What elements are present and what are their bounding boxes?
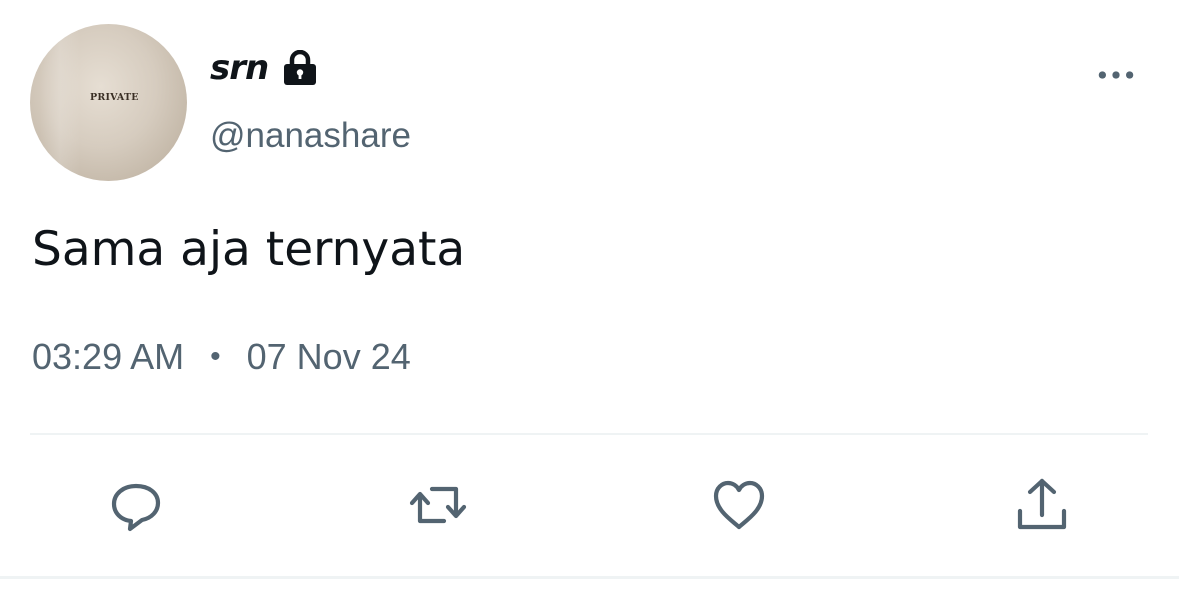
retweet-icon (409, 486, 467, 524)
share-icon (1017, 478, 1067, 530)
like-icon (713, 480, 765, 530)
avatar-label: PRIVATE (90, 92, 139, 103)
display-name[interactable]: srn (210, 48, 269, 88)
tweet-meta: 03:29 AM • 07 Nov 24 (32, 336, 411, 378)
reply-icon (111, 483, 161, 532)
meta-separator: • (210, 340, 221, 373)
tweet-text: Sama aja ternyata (32, 222, 466, 277)
reply-button[interactable] (101, 470, 171, 540)
divider (30, 433, 1148, 435)
avatar-sheen (40, 24, 80, 181)
more-options-button[interactable] (1094, 60, 1138, 90)
tweet-card: PRIVATE srn @nanashare Sama aja ternyata… (0, 0, 1179, 597)
tweet-time[interactable]: 03:29 AM (32, 336, 184, 378)
more-icon (1098, 71, 1134, 79)
user-handle[interactable]: @nanashare (210, 116, 411, 156)
lock-icon (280, 49, 320, 86)
avatar[interactable]: PRIVATE (30, 24, 187, 181)
retweet-button[interactable] (403, 470, 473, 540)
name-row: srn (210, 46, 320, 90)
action-bar (0, 470, 1179, 540)
tweet-date[interactable]: 07 Nov 24 (247, 336, 411, 378)
like-button[interactable] (704, 470, 774, 540)
share-button[interactable] (1007, 470, 1077, 540)
bottom-divider (0, 576, 1179, 579)
